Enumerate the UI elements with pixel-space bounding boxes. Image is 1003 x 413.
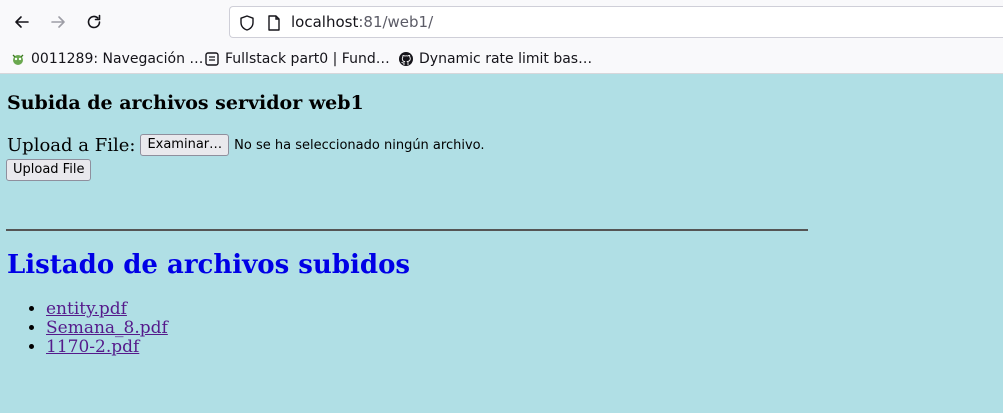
file-link[interactable]: entity.pdf	[46, 299, 127, 319]
page-title: Subida de archivos servidor web1	[7, 92, 364, 114]
url-text[interactable]: localhost:81/web1/	[291, 13, 433, 31]
file-link[interactable]: 1170-2.pdf	[46, 337, 139, 357]
arrow-right-icon	[51, 16, 65, 28]
shield-icon[interactable]	[238, 14, 256, 32]
file-status-text: No se ha seleccionado ningún archivo.	[234, 137, 485, 153]
files-list-title: Listado de archivos subidos	[7, 250, 411, 280]
address-bar[interactable]: localhost:81/web1/	[229, 6, 1003, 38]
page-info-icon[interactable]	[265, 14, 283, 32]
bookmark-item[interactable]: Fullstack part0 | Fund…	[204, 48, 390, 70]
upload-button-wrap: Upload File	[6, 158, 92, 181]
list-item: 1170-2.pdf	[46, 338, 168, 357]
bookmark-item[interactable]: 0011289: Navegación …	[10, 48, 203, 70]
bookmark-label: Fullstack part0 | Fund…	[225, 51, 390, 67]
url-host: localhost	[291, 13, 359, 31]
forward-button[interactable]	[42, 6, 74, 38]
back-button[interactable]	[6, 6, 38, 38]
page-content: Subida de archivos servidor web1 Upload …	[0, 74, 1003, 413]
upload-form-row: Upload a File: Examinar… No se ha selecc…	[7, 134, 485, 156]
navigation-toolbar: localhost:81/web1/	[0, 0, 1003, 44]
upload-label: Upload a File:	[7, 134, 136, 156]
bookmarks-toolbar: 0011289: Navegación … Fullstack part0 | …	[0, 44, 1003, 73]
reload-button[interactable]	[78, 6, 110, 38]
arrow-left-icon	[15, 16, 29, 28]
github-icon	[398, 51, 414, 67]
browse-button[interactable]: Examinar…	[140, 134, 230, 156]
bookmark-label: 0011289: Navegación …	[31, 51, 204, 67]
uploaded-files-list: entity.pdf Semana_8.pdf 1170-2.pdf	[0, 300, 168, 357]
upload-button[interactable]: Upload File	[6, 159, 92, 181]
url-path: :81/web1/	[358, 13, 434, 31]
bug-icon	[10, 51, 26, 67]
list-item: entity.pdf	[46, 300, 168, 319]
list-item: Semana_8.pdf	[46, 319, 168, 338]
file-link[interactable]: Semana_8.pdf	[46, 318, 168, 338]
separator	[6, 229, 808, 231]
bookmark-item[interactable]: Dynamic rate limit bas…	[398, 48, 592, 70]
reload-icon	[87, 14, 101, 29]
browser-chrome: localhost:81/web1/ 0011289: Navegación ……	[0, 0, 1003, 74]
bookmark-label: Dynamic rate limit bas…	[419, 51, 593, 67]
page-icon	[204, 51, 220, 67]
